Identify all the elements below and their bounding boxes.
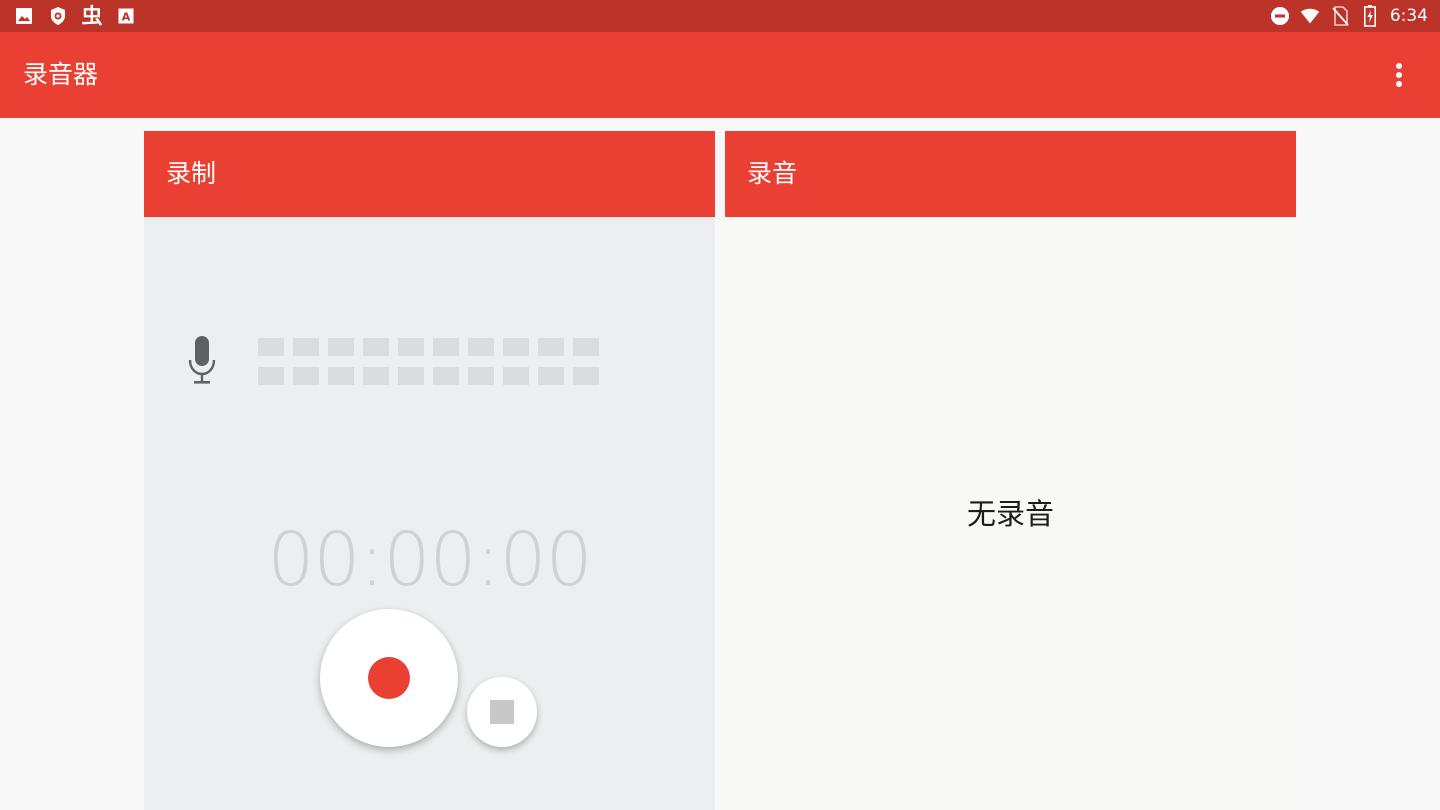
recording-timer: 00:00:00 — [267, 517, 592, 603]
level-meter-segment — [328, 367, 354, 385]
app-title: 录音器 — [23, 60, 99, 89]
level-meter-segment — [573, 338, 599, 356]
svg-text:A: A — [122, 11, 131, 24]
level-meter-segment — [398, 338, 424, 356]
level-meter-segment — [538, 367, 564, 385]
level-meter-segment — [503, 367, 529, 385]
bug-icon: 虫 — [81, 4, 103, 28]
level-meter-segment — [258, 338, 284, 356]
app-bar: 录音器 — [0, 32, 1440, 118]
record-panel-header: 录制 — [144, 131, 715, 217]
level-meter-segment — [363, 338, 389, 356]
level-meter-segment — [573, 367, 599, 385]
record-icon — [368, 657, 410, 699]
status-bar: 虫 A 6:34 — [0, 0, 1440, 32]
battery-charging-icon — [1360, 5, 1380, 27]
record-button[interactable] — [320, 609, 458, 747]
audio-level-meter — [258, 338, 599, 385]
recordings-panel: 录音 无录音 — [725, 131, 1296, 810]
microphone-icon — [188, 336, 216, 384]
level-meter-segment — [293, 338, 319, 356]
record-panel: 录制 00:00:00 — [144, 131, 715, 810]
stop-icon — [490, 700, 514, 724]
level-meter-segment — [398, 367, 424, 385]
no-sim-icon — [1330, 6, 1350, 26]
empty-recordings-message: 无录音 — [966, 497, 1054, 531]
stop-button[interactable] — [467, 677, 537, 747]
do-not-disturb-icon — [1270, 6, 1290, 26]
level-meter-segment — [538, 338, 564, 356]
recordings-panel-header: 录音 — [725, 131, 1296, 217]
level-meter-segment — [328, 338, 354, 356]
status-bar-notifications: 虫 A — [14, 4, 136, 28]
level-meter-segment — [258, 367, 284, 385]
level-meter-segment — [293, 367, 319, 385]
level-meter-segment — [363, 367, 389, 385]
shield-icon — [48, 6, 68, 26]
level-meter-segment — [468, 367, 494, 385]
text-a-icon: A — [116, 6, 136, 26]
status-bar-system: 6:34 — [1270, 5, 1428, 27]
more-options-button[interactable] — [1385, 57, 1413, 93]
level-meter-segment — [468, 338, 494, 356]
level-meter-segment — [433, 367, 459, 385]
level-meter-segment — [433, 338, 459, 356]
wifi-icon — [1300, 6, 1320, 26]
more-vert-icon — [1396, 63, 1402, 87]
level-meter-segment — [503, 338, 529, 356]
image-icon — [14, 6, 34, 26]
clock: 6:34 — [1389, 6, 1428, 26]
